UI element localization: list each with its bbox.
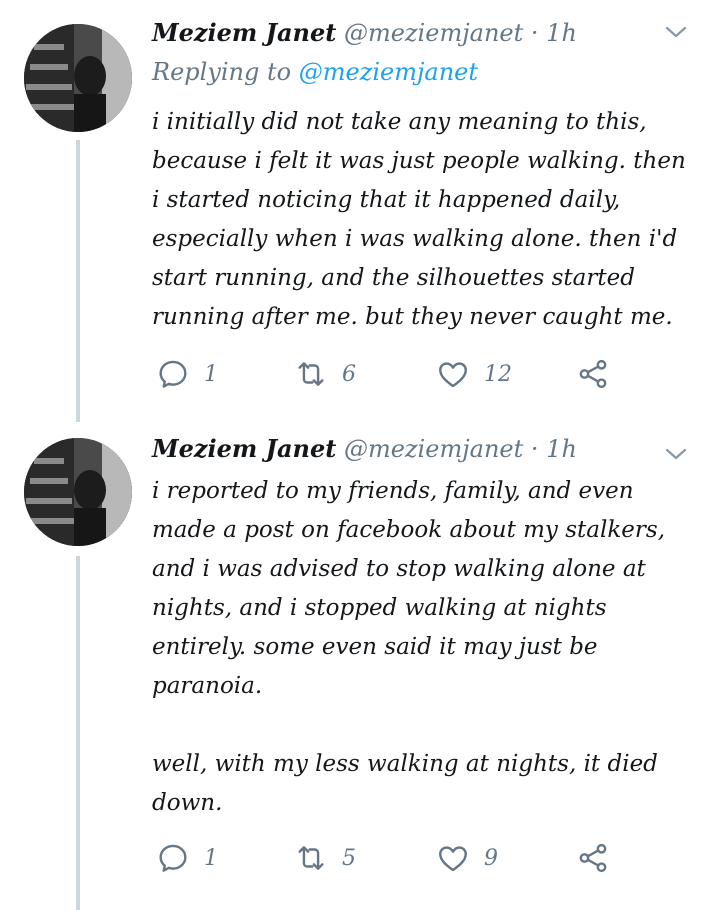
tweet-text: i reported to my friends, family, and ev…: [152, 478, 666, 816]
replying-to-handle[interactable]: @meziemjanet: [299, 58, 478, 86]
tweet-header: Meziem Janet @meziemjanet · 1h: [152, 434, 702, 470]
reply-button[interactable]: 1: [156, 354, 218, 394]
chevron-down-icon[interactable]: [664, 442, 688, 466]
share-button[interactable]: [576, 838, 610, 878]
author-handle[interactable]: @meziemjanet: [344, 19, 523, 47]
author-name[interactable]: Meziem Janet: [152, 18, 336, 47]
retweet-button[interactable]: 6: [294, 354, 356, 394]
like-count: 12: [484, 361, 512, 387]
replying-to-label: Replying to: [152, 58, 292, 86]
retweet-icon: [298, 846, 324, 870]
avatar-image: [24, 438, 132, 546]
tweet-actions: 1 5 9: [152, 838, 672, 878]
share-button[interactable]: [576, 354, 610, 394]
avatar[interactable]: [24, 438, 132, 546]
tweet-actions: 1 6 12: [152, 354, 672, 394]
like-icon: [439, 362, 467, 388]
header-separator: ·: [530, 435, 539, 463]
tweet[interactable]: Meziem Janet @meziemjanet · 1h i reporte…: [0, 420, 702, 910]
reply-count: 1: [204, 845, 218, 871]
share-icon: [579, 843, 607, 873]
retweet-count: 5: [342, 845, 356, 871]
tweet-header: Meziem Janet @meziemjanet · 1h: [152, 18, 702, 54]
like-count: 9: [484, 845, 498, 871]
reply-icon: [159, 360, 187, 388]
author-handle[interactable]: @meziemjanet: [344, 435, 523, 463]
retweet-button[interactable]: 5: [294, 838, 356, 878]
retweet-icon: [298, 362, 324, 386]
like-icon: [439, 846, 467, 872]
share-icon: [579, 359, 607, 389]
tweet-text: i initially did not take any meaning to …: [152, 109, 686, 330]
replying-to: Replying to @meziemjanet: [152, 58, 478, 86]
avatar-image: [24, 24, 132, 132]
avatar[interactable]: [24, 24, 132, 132]
chevron-down-icon[interactable]: [664, 20, 688, 44]
header-separator: ·: [530, 19, 539, 47]
like-button[interactable]: 9: [436, 838, 498, 878]
like-button[interactable]: 12: [436, 354, 512, 394]
retweet-count: 6: [342, 361, 356, 387]
reply-button[interactable]: 1: [156, 838, 218, 878]
reply-icon: [159, 844, 187, 872]
timestamp[interactable]: 1h: [546, 435, 577, 463]
reply-count: 1: [204, 361, 218, 387]
tweet[interactable]: Meziem Janet @meziemjanet · 1h Replying …: [0, 0, 702, 420]
author-name[interactable]: Meziem Janet: [152, 434, 336, 463]
timestamp[interactable]: 1h: [546, 19, 577, 47]
